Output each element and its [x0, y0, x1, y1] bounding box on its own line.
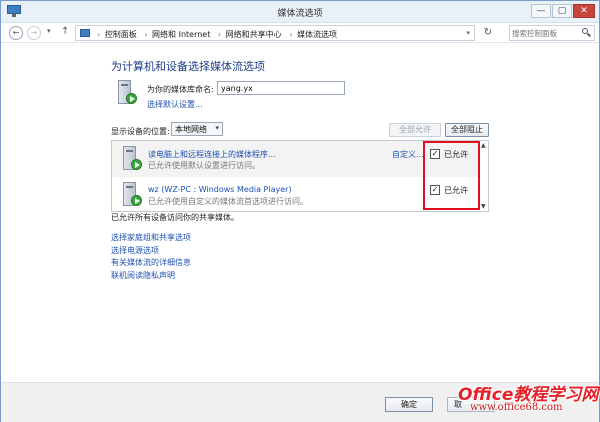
- chevron-right-icon: ›: [97, 30, 101, 39]
- highlight-annotation-box: [423, 141, 480, 210]
- device-description: 已允许使用默认设置进行访问。: [148, 161, 260, 170]
- close-button[interactable]: ✕: [573, 4, 595, 18]
- address-bar[interactable]: › 控制面板 › 网络和 Internet › 网络和共享中心 › 媒体流选项 …: [75, 25, 475, 41]
- address-dropdown-icon[interactable]: ▾: [466, 29, 470, 37]
- control-panel-small-icon: [80, 29, 90, 37]
- search-icon[interactable]: [582, 28, 591, 37]
- chevron-right-icon[interactable]: ›: [218, 30, 221, 39]
- search-input[interactable]: [512, 27, 580, 39]
- library-name-label: 为你的媒体库命名:: [147, 85, 214, 94]
- privacy-statement-link[interactable]: 联机阅读隐私声明: [111, 270, 175, 281]
- allowed-status-text: 已允许所有设备访问你的共享媒体。: [111, 213, 239, 222]
- power-options-link[interactable]: 选择电源选项: [111, 245, 159, 256]
- watermark-url: www.office68.com: [470, 402, 563, 413]
- device-description: 已允许使用自定义的媒体流首选项进行访问。: [148, 197, 308, 206]
- search-box[interactable]: [509, 25, 595, 41]
- chevron-right-icon[interactable]: ›: [144, 30, 147, 39]
- allow-all-button[interactable]: 全部允许: [389, 123, 441, 137]
- minimize-button[interactable]: —: [531, 4, 551, 18]
- breadcrumb-network-sharing-center[interactable]: 网络和共享中心: [226, 30, 282, 39]
- back-arrow-icon[interactable]: ←: [9, 26, 23, 40]
- up-arrow-icon[interactable]: ↑: [61, 26, 69, 37]
- scroll-down-icon[interactable]: ▼: [481, 203, 486, 210]
- refresh-icon[interactable]: ↻: [481, 26, 495, 40]
- show-devices-label: 显示设备的位置:: [111, 127, 170, 136]
- breadcrumb-control-panel[interactable]: 控制面板: [105, 30, 137, 39]
- media-player-device-icon: [120, 182, 142, 208]
- media-streaming-window: 媒体流选项 — ▢ ✕ ← → ▾ ↑ › 控制面板 › 网络和 Interne…: [0, 0, 600, 422]
- breadcrumb-network-internet[interactable]: 网络和 Internet: [152, 30, 210, 39]
- homegroup-sharing-link[interactable]: 选择家庭组和共享选项: [111, 232, 191, 243]
- main-content: 为计算机和设备选择媒体流选项 为你的媒体库命名: 选择默认设置... 显示设备的…: [1, 44, 599, 382]
- ok-button[interactable]: 确定: [385, 397, 433, 412]
- device-location-select[interactable]: 本地网络 ▾: [171, 122, 223, 136]
- scroll-up-icon[interactable]: ▲: [481, 142, 486, 149]
- chevron-right-icon[interactable]: ›: [289, 30, 292, 39]
- customize-link[interactable]: 自定义...: [392, 149, 424, 160]
- media-program-icon: [120, 146, 142, 172]
- list-scrollbar[interactable]: ▲ ▼: [480, 141, 488, 211]
- device-title[interactable]: 读电脑上和远程连接上的媒体程序...: [148, 149, 276, 160]
- forward-arrow-icon[interactable]: →: [27, 26, 41, 40]
- choose-default-settings-link[interactable]: 选择默认设置...: [147, 99, 203, 110]
- breadcrumb-media-streaming[interactable]: 媒体流选项: [297, 30, 337, 39]
- navigation-bar: ← → ▾ ↑ › 控制面板 › 网络和 Internet › 网络和共享中心 …: [1, 23, 599, 43]
- window-title: 媒体流选项: [277, 9, 323, 19]
- maximize-button[interactable]: ▢: [552, 4, 572, 18]
- block-all-button[interactable]: 全部阻止: [445, 123, 489, 137]
- device-location-value: 本地网络: [175, 125, 207, 134]
- device-title[interactable]: wz (WZ-PC : Windows Media Player): [148, 185, 292, 194]
- media-streaming-info-link[interactable]: 有关媒体流的详细信息: [111, 257, 191, 268]
- recent-pages-dropdown-icon[interactable]: ▾: [47, 27, 51, 35]
- page-title: 为计算机和设备选择媒体流选项: [111, 60, 265, 73]
- title-bar: 媒体流选项 — ▢ ✕: [1, 1, 599, 23]
- chevron-down-icon: ▾: [215, 124, 219, 132]
- library-name-input[interactable]: [217, 81, 345, 95]
- media-server-icon: [115, 80, 137, 106]
- breadcrumb: › 控制面板 › 网络和 Internet › 网络和共享中心 › 媒体流选项: [94, 29, 339, 40]
